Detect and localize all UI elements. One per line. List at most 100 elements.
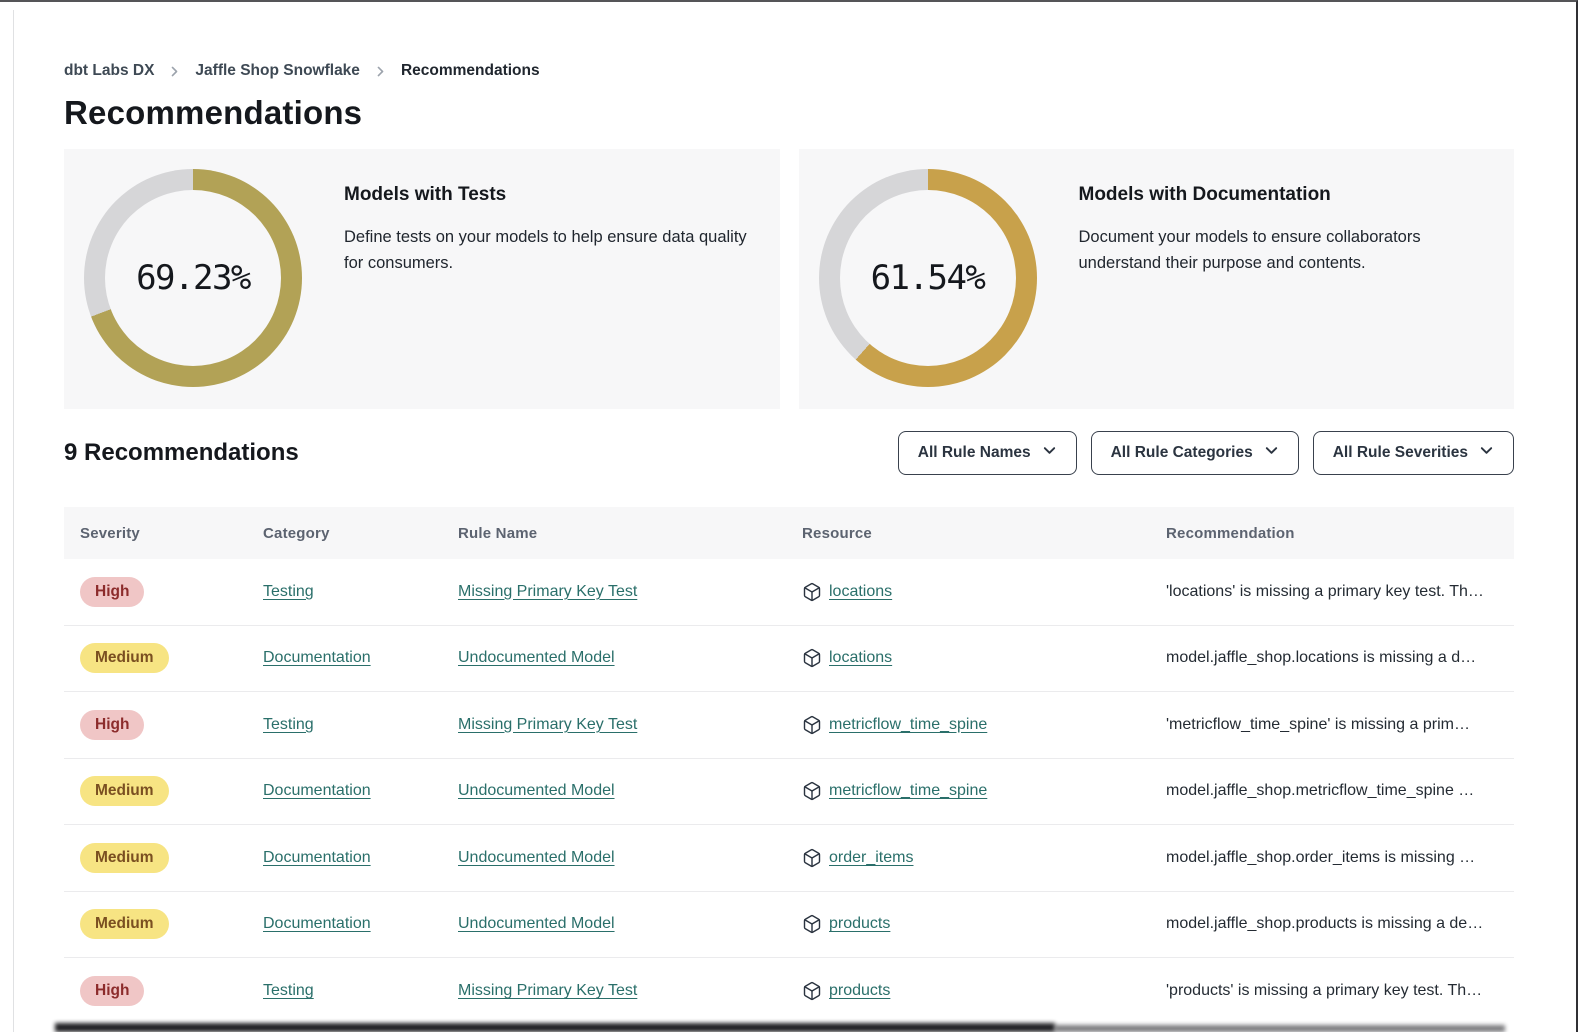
rule-name-link[interactable]: Missing Primary Key Test (458, 982, 637, 999)
table-row: Medium Documentation Undocumented Model … (64, 759, 1514, 826)
category-link[interactable]: Testing (263, 716, 314, 733)
rule-name-cell: Missing Primary Key Test (458, 982, 802, 1000)
card-title-models-with-documentation: Models with Documentation (1079, 184, 1491, 206)
breadcrumb: dbt Labs DX Jaffle Shop Snowflake Recomm… (64, 62, 1514, 80)
filter-rule-categories-dropdown[interactable]: All Rule Categories (1091, 431, 1299, 475)
severity-badge: Medium (80, 776, 169, 806)
rule-name-link[interactable]: Undocumented Model (458, 849, 615, 866)
table-row: High Testing Missing Primary Key Test pr… (64, 958, 1514, 1025)
filter-bar: All Rule Names All Rule Categories All R… (898, 431, 1514, 475)
severity-cell: High (80, 577, 263, 607)
model-cube-icon (802, 914, 822, 934)
filter-label: All Rule Categories (1111, 444, 1253, 462)
tests-donut-chart: 69.23% (84, 169, 302, 387)
card-description: Define tests on your models to help ensu… (344, 224, 756, 276)
rule-name-cell: Undocumented Model (458, 782, 802, 800)
resource-link[interactable]: metricflow_time_spine (829, 716, 987, 734)
model-cube-icon (802, 648, 822, 668)
filter-label: All Rule Names (918, 444, 1031, 462)
filter-rule-names-dropdown[interactable]: All Rule Names (898, 431, 1077, 475)
card-description: Document your models to ensure collabora… (1079, 224, 1491, 276)
category-link[interactable]: Testing (263, 583, 314, 600)
table-row: Medium Documentation Undocumented Model … (64, 825, 1514, 892)
severity-cell: High (80, 710, 263, 740)
category-cell: Documentation (263, 849, 458, 867)
resource-cell: order_items (802, 848, 1166, 868)
severity-badge: Medium (80, 643, 169, 673)
resource-link[interactable]: products (829, 982, 890, 1000)
severity-badge: High (80, 976, 144, 1006)
recommendations-list-header: 9 Recommendations All Rule Names All Rul… (64, 431, 1514, 475)
column-header-recommendation: Recommendation (1166, 525, 1514, 542)
rule-name-cell: Missing Primary Key Test (458, 583, 802, 601)
page-title: Recommendations (64, 94, 1514, 132)
documentation-donut-chart: 61.54% (819, 169, 1037, 387)
model-cube-icon (802, 582, 822, 602)
chevron-down-icon (1479, 443, 1494, 463)
model-cube-icon (802, 981, 822, 1001)
filter-rule-severities-dropdown[interactable]: All Rule Severities (1313, 431, 1514, 475)
breadcrumb-item-recommendations: Recommendations (401, 62, 540, 80)
category-link[interactable]: Documentation (263, 915, 371, 932)
rule-name-cell: Missing Primary Key Test (458, 716, 802, 734)
column-header-rule-name: Rule Name (458, 525, 802, 542)
table-header-row: Severity Category Rule Name Resource Rec… (64, 507, 1514, 559)
recommendation-text: model.jaffle_shop.metricflow_time_spine … (1166, 782, 1514, 800)
chevron-down-icon (1042, 443, 1057, 463)
rule-name-link[interactable]: Missing Primary Key Test (458, 716, 637, 733)
table-row: Medium Documentation Undocumented Model … (64, 626, 1514, 693)
category-cell: Documentation (263, 649, 458, 667)
table-row: Medium Documentation Undocumented Model … (64, 892, 1514, 959)
filter-label: All Rule Severities (1333, 444, 1468, 462)
card-models-with-tests: 69.23% Models with Tests Define tests on… (64, 149, 780, 409)
recommendation-text: 'locations' is missing a primary key tes… (1166, 583, 1514, 601)
resource-cell: metricflow_time_spine (802, 715, 1166, 735)
rule-name-cell: Undocumented Model (458, 649, 802, 667)
resource-link[interactable]: order_items (829, 849, 913, 867)
category-link[interactable]: Documentation (263, 782, 371, 799)
category-cell: Testing (263, 716, 458, 734)
category-cell: Documentation (263, 782, 458, 800)
rule-name-cell: Undocumented Model (458, 915, 802, 933)
metric-cards: 69.23% Models with Tests Define tests on… (64, 149, 1514, 409)
recommendations-table: Severity Category Rule Name Resource Rec… (64, 507, 1514, 1025)
table-row: High Testing Missing Primary Key Test lo… (64, 559, 1514, 626)
card-text: Models with Tests Define tests on your m… (302, 169, 756, 276)
card-text: Models with Documentation Document your … (1037, 169, 1491, 276)
resource-link[interactable]: locations (829, 583, 892, 601)
recommendation-text: 'products' is missing a primary key test… (1166, 982, 1514, 1000)
rule-name-link[interactable]: Undocumented Model (458, 649, 615, 666)
category-link[interactable]: Documentation (263, 849, 371, 866)
rule-name-link[interactable]: Undocumented Model (458, 782, 615, 799)
tests-percent-value: 69.23% (136, 258, 250, 298)
recommendation-text: 'metricflow_time_spine' is missing a pri… (1166, 716, 1514, 734)
severity-cell: Medium (80, 643, 263, 673)
severity-cell: High (80, 976, 263, 1006)
category-cell: Testing (263, 982, 458, 1000)
category-link[interactable]: Testing (263, 982, 314, 999)
rule-name-cell: Undocumented Model (458, 849, 802, 867)
donut-hole: 69.23% (105, 190, 281, 366)
documentation-percent-value: 61.54% (871, 258, 985, 298)
chevron-right-icon (168, 65, 181, 78)
resource-link[interactable]: locations (829, 649, 892, 667)
rule-name-link[interactable]: Missing Primary Key Test (458, 583, 637, 600)
category-cell: Documentation (263, 915, 458, 933)
chevron-down-icon (1264, 443, 1279, 463)
chevron-right-icon (374, 65, 387, 78)
resource-link[interactable]: products (829, 915, 890, 933)
recommendation-text: model.jaffle_shop.products is missing a … (1166, 915, 1514, 933)
severity-badge: Medium (80, 843, 169, 873)
cropped-row-blur (55, 1023, 1055, 1032)
model-cube-icon (802, 848, 822, 868)
column-header-severity: Severity (80, 525, 263, 542)
rule-name-link[interactable]: Undocumented Model (458, 915, 615, 932)
breadcrumb-item-dbt-labs-dx[interactable]: dbt Labs DX (64, 62, 154, 80)
donut-hole: 61.54% (840, 190, 1016, 366)
cropped-row-blur (1055, 1025, 1505, 1032)
category-link[interactable]: Documentation (263, 649, 371, 666)
breadcrumb-item-jaffle-shop-snowflake[interactable]: Jaffle Shop Snowflake (195, 62, 360, 80)
category-cell: Testing (263, 583, 458, 601)
severity-badge: High (80, 577, 144, 607)
resource-link[interactable]: metricflow_time_spine (829, 782, 987, 800)
